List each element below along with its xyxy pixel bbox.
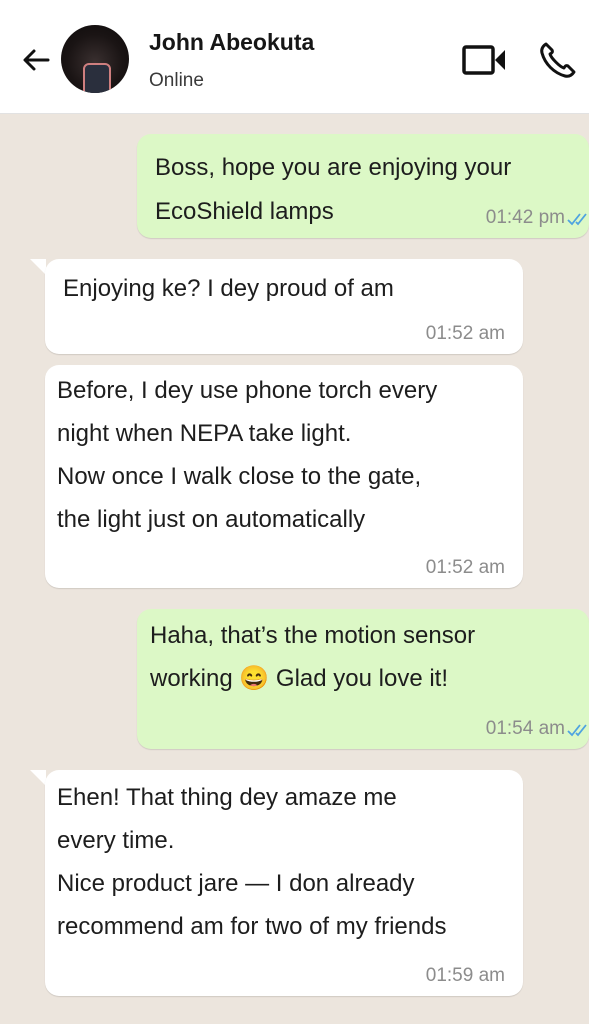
message-text: Before, I dey use phone torch every nigh… <box>57 377 438 533</box>
message-text: Enjoying ke? I dey proud of am <box>63 275 394 302</box>
message-bubble-outgoing[interactable]: Boss, hope you are enjoying your EcoShie… <box>137 134 589 238</box>
avatar-photo <box>83 63 111 93</box>
bubble-tail <box>30 259 46 275</box>
message-time: 01:59 am <box>425 965 505 986</box>
message-text: Haha, that’s the motion sensor working 😄… <box>150 622 476 692</box>
message-list[interactable]: Boss, hope you are enjoying your EcoShie… <box>0 113 589 1024</box>
message-bubble-incoming[interactable]: Enjoying ke? I dey proud of am 01:52 am <box>45 259 523 354</box>
message-bubble-outgoing[interactable]: Haha, that’s the motion sensor working 😄… <box>137 609 589 749</box>
message-time: 01:42 pm <box>485 207 565 228</box>
message-bubble-incoming[interactable]: Ehen! That thing dey amaze me every time… <box>45 770 523 996</box>
double-check-icon <box>567 213 587 226</box>
arrow-left-icon[interactable] <box>18 42 54 78</box>
message-text: Ehen! That thing dey amaze me every time… <box>57 784 447 940</box>
message-time: 01:52 am <box>425 323 505 344</box>
video-camera-icon[interactable] <box>462 44 508 76</box>
double-check-icon <box>567 724 587 737</box>
message-bubble-incoming[interactable]: Before, I dey use phone torch every nigh… <box>45 365 523 588</box>
avatar[interactable] <box>61 25 129 93</box>
phone-icon[interactable] <box>538 40 578 80</box>
chat-header: John Abeokuta Online <box>0 0 589 114</box>
message-time: 01:52 am <box>425 557 505 578</box>
message-time: 01:54 am <box>485 718 565 739</box>
contact-status: Online <box>149 70 204 91</box>
contact-name[interactable]: John Abeokuta <box>149 29 314 56</box>
bubble-tail <box>30 770 46 786</box>
